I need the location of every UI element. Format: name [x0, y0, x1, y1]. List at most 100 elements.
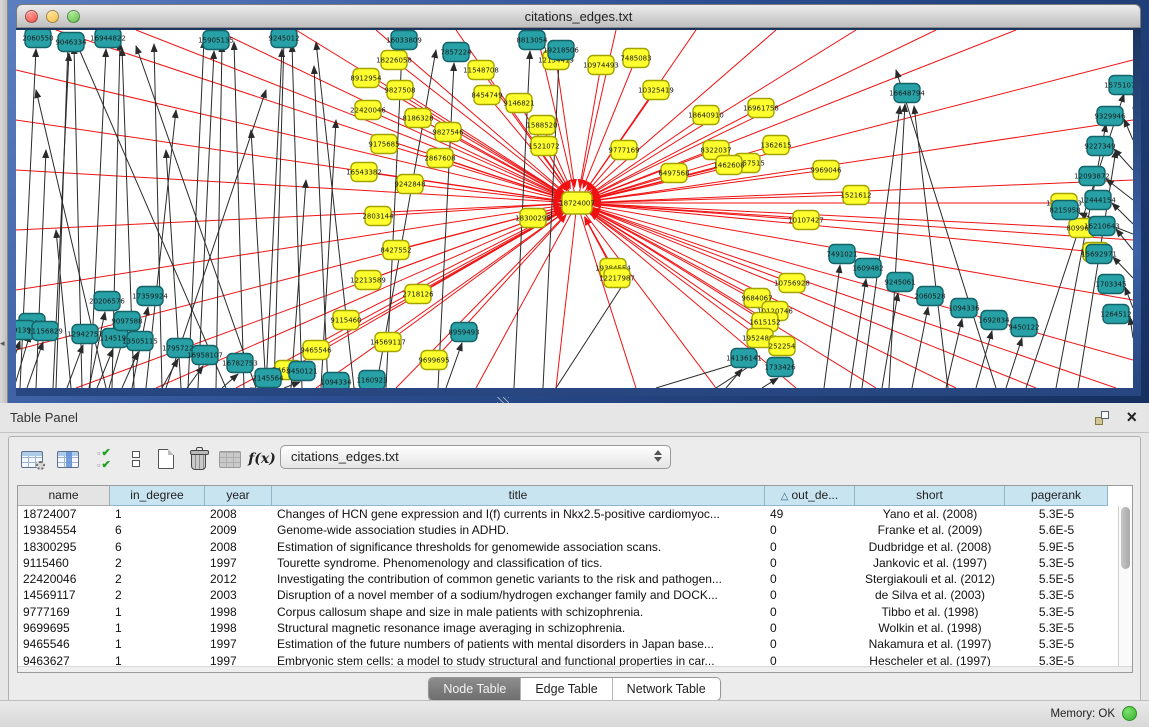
new-table-button[interactable]: [151, 444, 181, 474]
table-row[interactable]: 1456911722003Disruption of a novel membe…: [18, 587, 1118, 603]
graph-node-yellow[interactable]: 12213589: [350, 271, 386, 290]
graph-node-yellow[interactable]: 9242848: [394, 175, 425, 194]
graph-node-yellow[interactable]: 10325419: [638, 81, 674, 100]
table-cell[interactable]: 1: [110, 604, 205, 620]
table-cell[interactable]: 2008: [205, 506, 272, 522]
table-cell[interactable]: 0: [765, 587, 855, 603]
table-row[interactable]: 946554611997Estimation of the future num…: [18, 636, 1118, 652]
graph-node-teal[interactable]: 13505115: [122, 332, 158, 351]
table-cell[interactable]: 9465546: [18, 636, 110, 652]
table-cell[interactable]: 1: [110, 620, 205, 636]
table-cell[interactable]: Corpus callosum shape and size in male p…: [272, 604, 765, 620]
graph-node-yellow[interactable]: 16961758: [743, 99, 779, 118]
graph-node-yellow[interactable]: 7485083: [620, 49, 651, 68]
table-cell[interactable]: 1: [110, 506, 205, 522]
table-cell[interactable]: 5.3E-5: [1005, 555, 1108, 571]
graph-node-teal[interactable]: 16210643: [1084, 217, 1120, 236]
graph-node-yellow[interactable]: 22420046: [350, 101, 386, 120]
graph-node-teal[interactable]: 15751074: [1104, 76, 1133, 95]
table-cell[interactable]: Genome-wide association studies in ADHD.: [272, 522, 765, 538]
graph-node-yellow[interactable]: 9465546: [300, 341, 332, 360]
table-cell[interactable]: 0: [765, 604, 855, 620]
graph-node-yellow[interactable]: 9115460: [330, 311, 361, 330]
close-panel-icon[interactable]: ×: [1126, 406, 1137, 428]
column-header-pagerank[interactable]: pagerank: [1005, 486, 1108, 506]
column-header-short[interactable]: short: [855, 486, 1005, 506]
table-cell[interactable]: 5.3E-5: [1005, 653, 1108, 666]
delete-table-button[interactable]: [183, 444, 213, 474]
table-mode-button[interactable]: [121, 444, 151, 474]
graph-node-yellow[interactable]: 9146821: [503, 94, 534, 113]
table-cell[interactable]: 1998: [205, 620, 272, 636]
tab-node-table[interactable]: Node Table: [429, 678, 521, 700]
table-cell[interactable]: 2: [110, 571, 205, 587]
graph-node-teal[interactable]: 2060550: [22, 30, 53, 48]
horizontal-scrollbar[interactable]: [18, 666, 1132, 672]
table-cell[interactable]: 0: [765, 539, 855, 555]
table-row[interactable]: 946362711997Embryonic stem cells: a mode…: [18, 653, 1118, 666]
table-cell[interactable]: Yano et al. (2008): [855, 506, 1005, 522]
graph-node-yellow[interactable]: 8427552: [380, 241, 411, 260]
graph-node-teal[interactable]: 11156829: [27, 322, 63, 341]
select-columns-button[interactable]: ✔✔: [89, 444, 119, 474]
table-cell[interactable]: 5.3E-5: [1005, 506, 1108, 522]
function-builder-button[interactable]: f(x): [247, 444, 277, 474]
collapse-arrow-icon[interactable]: ◂: [0, 338, 5, 349]
graph-node-teal[interactable]: 12942757: [67, 325, 103, 344]
table-cell[interactable]: 18300295: [18, 539, 110, 555]
graph-node-teal[interactable]: 1160923: [356, 371, 387, 389]
graph-node-teal[interactable]: 8959493: [448, 323, 479, 342]
table-cell[interactable]: 0: [765, 653, 855, 666]
table-cell[interactable]: 49: [765, 506, 855, 522]
graph-node-teal[interactable]: 16958107: [187, 346, 223, 365]
table-cell[interactable]: 2: [110, 587, 205, 603]
graph-node-teal[interactable]: 17359924: [132, 287, 168, 306]
graph-node-yellow[interactable]: 18640910: [688, 106, 724, 125]
table-cell[interactable]: 2008: [205, 539, 272, 555]
graph-node-teal[interactable]: 2145564: [252, 369, 284, 388]
graph-node-teal[interactable]: 1733426: [764, 358, 796, 377]
table-cell[interactable]: 5.3E-5: [1005, 587, 1108, 603]
table-row[interactable]: 1872400712008Changes of HCN gene express…: [18, 506, 1118, 522]
table-cell[interactable]: 18724007: [18, 506, 110, 522]
graph-node-yellow[interactable]: 11548708: [463, 61, 499, 80]
table-cell[interactable]: 14569117: [18, 587, 110, 603]
graph-node-teal[interactable]: 9245061: [884, 273, 915, 292]
table-cell[interactable]: 5.3E-5: [1005, 604, 1108, 620]
graph-node-yellow[interactable]: 18226058: [376, 51, 412, 70]
tab-network-table[interactable]: Network Table: [613, 678, 720, 700]
table-cell[interactable]: Changes of HCN gene expression and I(f) …: [272, 506, 765, 522]
table-row[interactable]: 911546021997Tourette syndrome. Phenomeno…: [18, 555, 1118, 571]
table-cell[interactable]: Embryonic stem cells: a model to study s…: [272, 653, 765, 666]
table-cell[interactable]: Estimation of significance thresholds fo…: [272, 539, 765, 555]
column-header-year[interactable]: year: [205, 486, 272, 506]
table-cell[interactable]: 2003: [205, 587, 272, 603]
graph-node-teal[interactable]: 16033809: [386, 31, 422, 50]
memory-ok-indicator[interactable]: [1122, 706, 1137, 721]
graph-node-yellow[interactable]: 252254: [769, 337, 796, 356]
table-cell[interactable]: 5.5E-5: [1005, 571, 1108, 587]
graph-node-yellow[interactable]: 1521072: [528, 137, 559, 156]
column-header-out_de[interactable]: △out_de...: [765, 486, 855, 506]
table-cell[interactable]: Estimation of the future numbers of pati…: [272, 636, 765, 652]
graph-node-teal[interactable]: 12093872: [1074, 167, 1110, 186]
graph-node-yellow[interactable]: 1588520: [526, 116, 557, 135]
browse-column-button[interactable]: [53, 444, 83, 474]
table-cell[interactable]: 1997: [205, 653, 272, 666]
graph-node-teal[interactable]: 2060528: [914, 287, 945, 306]
graph-node-teal[interactable]: 1264512: [1100, 305, 1131, 324]
graph-node-teal[interactable]: 7491021: [826, 245, 857, 264]
table-cell[interactable]: Hescheler et al. (1997): [855, 653, 1005, 666]
table-cell[interactable]: Tibbo et al. (1998): [855, 604, 1005, 620]
table-cell[interactable]: Wolkin et al. (1998): [855, 620, 1005, 636]
table-cell[interactable]: 9699695: [18, 620, 110, 636]
graph-node-teal[interactable]: 9329946: [1094, 107, 1126, 126]
table-cell[interactable]: 19384554: [18, 522, 110, 538]
table-row[interactable]: 1830029562008Estimation of significance …: [18, 539, 1118, 555]
graph-node-yellow[interactable]: 16543382: [346, 163, 382, 182]
table-cell[interactable]: Investigating the contribution of common…: [272, 571, 765, 587]
table-cell[interactable]: 2: [110, 555, 205, 571]
graph-node-yellow[interactable]: 1362615: [760, 136, 791, 155]
table-cell[interactable]: 6: [110, 522, 205, 538]
graph-node-yellow[interactable]: 9175685: [368, 135, 399, 154]
